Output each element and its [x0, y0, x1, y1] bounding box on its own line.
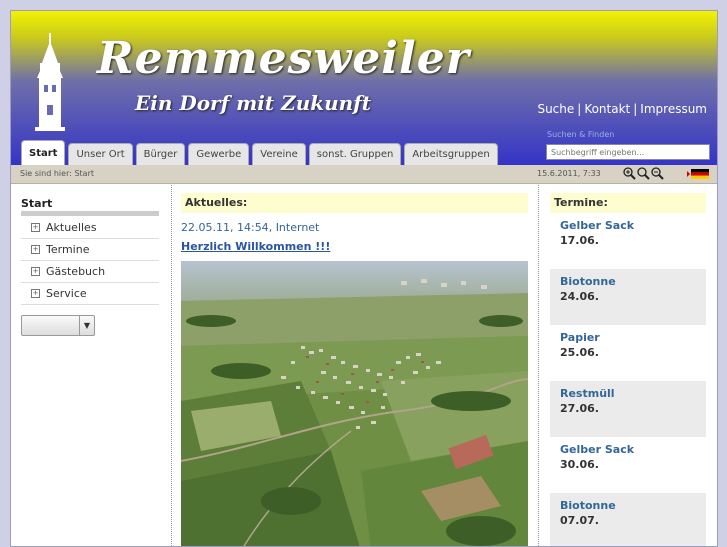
news-title-link[interactable]: Herzlich Willkommen !!!: [181, 240, 528, 253]
events-heading: Termine:: [550, 193, 706, 213]
site-title: Remmesweiler: [97, 33, 470, 84]
zoom-controls: [623, 167, 664, 180]
zoom-in-icon[interactable]: [623, 167, 636, 180]
main-tabs: Start Unser Ort Bürger Gewerbe Vereine s…: [21, 139, 501, 166]
news-date: 22.05.11: [181, 221, 230, 234]
event-item: Gelber Sack 17.06.: [550, 213, 706, 269]
sidebar-item-termine[interactable]: + Termine: [21, 239, 159, 261]
news-time: 14:54: [236, 221, 269, 234]
news-category[interactable]: Internet: [276, 221, 320, 234]
link-impressum[interactable]: Impressum: [640, 102, 707, 116]
nav-title-bar: [21, 211, 159, 216]
tab-vereine[interactable]: Vereine: [252, 143, 306, 166]
expand-box-icon: +: [31, 223, 40, 232]
chevron-down-icon: ▼: [79, 316, 94, 335]
breadcrumb: Sie sind hier: Start: [20, 169, 94, 178]
main-content: Aktuelles: 22.05.11, 14:54, Internet Her…: [181, 193, 528, 546]
events-column: Termine: Gelber Sack 17.06. Biotonne 24.…: [550, 193, 706, 546]
event-name[interactable]: Biotonne: [560, 275, 706, 288]
event-date: 24.06.: [560, 290, 599, 303]
tab-arbeitsgruppen[interactable]: Arbeitsgruppen: [404, 143, 498, 166]
page-frame: Remmesweiler Ein Dorf mit Zukunft Suche |…: [10, 10, 718, 547]
event-item: Gelber Sack 30.06.: [550, 437, 706, 493]
column-divider: [171, 185, 172, 546]
tab-start[interactable]: Start: [21, 140, 66, 166]
event-name[interactable]: Biotonne: [560, 499, 706, 512]
zoom-reset-icon[interactable]: [637, 167, 650, 180]
event-name[interactable]: Gelber Sack: [560, 443, 706, 456]
sidebar-item-label: Aktuelles: [46, 221, 97, 234]
tab-sonst-gruppen[interactable]: sonst. Gruppen: [308, 143, 402, 166]
sidebar-item-service[interactable]: + Service: [21, 283, 159, 305]
tab-buerger[interactable]: Bürger: [135, 143, 186, 166]
church-tower-logo: [35, 33, 65, 131]
sidebar-item-gaestebuch[interactable]: + Gästebuch: [21, 261, 159, 283]
event-item: Papier 25.06.: [550, 325, 706, 381]
aerial-photo-illustration: [181, 261, 528, 546]
village-aerial-photo[interactable]: [181, 261, 528, 546]
event-item: Biotonne 24.06.: [550, 269, 706, 325]
event-date: 25.06.: [560, 346, 599, 359]
event-item: Restmüll 27.06.: [550, 381, 706, 437]
link-suche[interactable]: Suche: [537, 102, 574, 116]
event-name[interactable]: Restmüll: [560, 387, 706, 400]
sidebar-item-label: Gästebuch: [46, 265, 106, 278]
expand-box-icon: +: [31, 289, 40, 298]
sidebar-item-label: Termine: [46, 243, 90, 256]
news-meta: 22.05.11, 14:54, Internet: [181, 221, 320, 234]
site-header: Remmesweiler Ein Dorf mit Zukunft Suche |…: [11, 11, 717, 166]
event-name[interactable]: Gelber Sack: [560, 219, 706, 232]
event-date: 30.06.: [560, 458, 599, 471]
left-navigation: Start + Aktuelles + Termine + Gästebuch …: [21, 197, 159, 336]
german-flag-icon[interactable]: [687, 169, 709, 179]
link-separator: |: [633, 102, 638, 116]
zoom-out-icon[interactable]: [651, 167, 664, 180]
event-item: Biotonne 07.07.: [550, 493, 706, 546]
search-input[interactable]: [546, 144, 710, 160]
nav-title: Start: [21, 197, 53, 210]
event-name[interactable]: Papier: [560, 331, 706, 344]
news-heading: Aktuelles:: [181, 193, 528, 213]
event-date: 27.06.: [560, 402, 599, 415]
current-datetime: 15.6.2011, 7:33: [537, 169, 601, 178]
nav-dropdown[interactable]: ▼: [21, 315, 95, 336]
top-links: Suche | Kontakt | Impressum: [537, 102, 707, 116]
sidebar-item-aktuelles[interactable]: + Aktuelles: [21, 217, 159, 239]
link-kontakt[interactable]: Kontakt: [584, 102, 630, 116]
tab-unser-ort[interactable]: Unser Ort: [68, 143, 133, 166]
event-date: 17.06.: [560, 234, 599, 247]
column-divider: [538, 185, 539, 546]
breadcrumb-bar: Sie sind hier: Start 15.6.2011, 7:33: [11, 165, 717, 184]
event-date: 07.07.: [560, 514, 599, 527]
expand-box-icon: +: [31, 267, 40, 276]
sidebar-item-label: Service: [46, 287, 87, 300]
search-caption: Suchen & Finden: [547, 130, 615, 139]
expand-box-icon: +: [31, 245, 40, 254]
link-separator: |: [577, 102, 582, 116]
site-subtitle: Ein Dorf mit Zukunft: [135, 91, 372, 115]
tab-gewerbe[interactable]: Gewerbe: [188, 143, 250, 166]
